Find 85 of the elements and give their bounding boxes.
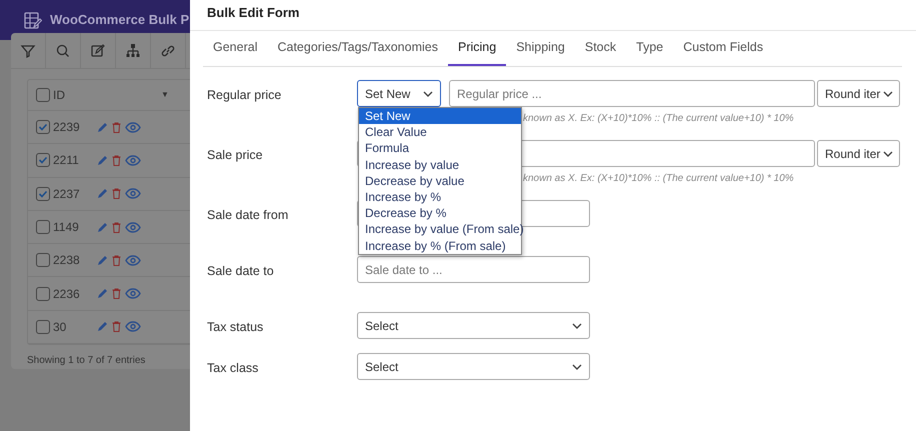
tab[interactable]: Categories/Tags/Taxonomies: [267, 38, 448, 66]
tab[interactable]: Pricing: [448, 38, 506, 66]
checkbox[interactable]: [36, 153, 50, 168]
rounding-select[interactable]: Round iter: [817, 140, 900, 167]
checkbox[interactable]: [36, 253, 50, 268]
hierarchy-icon[interactable]: [125, 43, 141, 59]
trash-icon[interactable]: [112, 122, 121, 133]
dialog-title: Bulk Edit Form: [190, 0, 916, 31]
price-input[interactable]: Regular price ...: [449, 80, 815, 107]
chevron-icon: [883, 90, 894, 96]
search-icon[interactable]: [55, 43, 71, 59]
tab[interactable]: Type: [626, 38, 674, 66]
field-label: Sale price: [207, 147, 264, 164]
hint-text: known as X. Ex: (X+10)*10% :: (The current value+10) * 10%: [523, 112, 795, 126]
select-field[interactable]: Select: [357, 353, 590, 380]
eye-icon[interactable]: [125, 154, 141, 166]
trash-icon[interactable]: [112, 154, 121, 166]
dropdown-option[interactable]: Increase by value: [359, 156, 521, 173]
pencil-icon[interactable]: [97, 254, 108, 266]
sort-icon[interactable]: ▼: [161, 89, 169, 101]
tab[interactable]: Custom Fields: [673, 38, 774, 66]
tab[interactable]: General: [203, 38, 268, 66]
method-select[interactable]: Set New: [357, 80, 441, 107]
edit-icon[interactable]: [90, 43, 106, 59]
field-label: Sale date to: [207, 263, 275, 280]
pencil-icon[interactable]: [97, 122, 108, 133]
field-label: Tax class: [207, 360, 260, 377]
rounding-select[interactable]: Round iter: [817, 80, 900, 107]
id-cell-text: 1149: [53, 219, 80, 236]
eye-icon[interactable]: [125, 188, 141, 200]
checkbox[interactable]: [36, 88, 50, 102]
trash-icon[interactable]: [112, 321, 121, 332]
checkbox[interactable]: [36, 186, 50, 201]
dropdown-option[interactable]: Set New: [359, 108, 521, 124]
chevron-icon: [572, 364, 582, 370]
id-cell-text: 2238: [53, 252, 81, 270]
tab[interactable]: Shipping: [506, 38, 575, 66]
checkmark-icon: [38, 155, 48, 166]
trash-icon[interactable]: [112, 288, 121, 300]
entries-info: Showing 1 to 7 of 7 entries: [27, 354, 146, 368]
checkmark-icon: [38, 188, 48, 199]
tab[interactable]: Stock: [574, 38, 626, 66]
eye-icon[interactable]: [125, 222, 141, 233]
checkbox[interactable]: [36, 220, 50, 234]
eye-icon[interactable]: [125, 122, 141, 133]
date-input[interactable]: Sale date to ...: [357, 256, 590, 283]
app-title: WooCommerce Bulk P: [50, 11, 190, 30]
dropdown-option[interactable]: Clear Value: [359, 124, 521, 140]
pencil-icon[interactable]: [97, 288, 108, 300]
filter-icon[interactable]: [20, 43, 36, 59]
hint-text: known as X. Ex: (X+10)*10% :: (The current value+10) * 10%: [523, 172, 795, 186]
select-field[interactable]: Select: [357, 312, 590, 339]
field-label: Tax status: [207, 319, 264, 336]
dropdown-option[interactable]: Increase by % (From sale): [359, 238, 521, 254]
id-cell-text: 2211: [53, 152, 80, 170]
eye-icon[interactable]: [125, 254, 141, 266]
chevron-icon: [423, 90, 433, 96]
pencil-icon[interactable]: [97, 222, 108, 233]
id-cell-text: 2239: [53, 119, 81, 136]
dropdown-option[interactable]: Increase by %: [359, 188, 521, 206]
eye-icon[interactable]: [125, 288, 141, 300]
trash-icon[interactable]: [112, 254, 121, 266]
pencil-icon[interactable]: [97, 321, 108, 332]
pencil-icon[interactable]: [97, 154, 108, 166]
field-label: Regular price: [207, 87, 282, 104]
field-label: Sale date from: [207, 207, 290, 224]
id-cell-text: 2236: [53, 286, 81, 303]
dropdown-option[interactable]: Formula: [359, 140, 521, 157]
id-cell-text: 30: [53, 318, 68, 336]
chevron-icon: [883, 150, 894, 156]
checkbox[interactable]: [36, 120, 50, 134]
id-cell-text: 2237: [53, 186, 81, 203]
checkbox[interactable]: [36, 320, 50, 334]
dropdown-option[interactable]: Decrease by value: [359, 172, 521, 189]
trash-icon[interactable]: [112, 188, 121, 200]
dropdown-option[interactable]: Decrease by %: [359, 205, 521, 222]
logo-icon: [24, 10, 42, 30]
chevron-icon: [572, 322, 582, 328]
eye-icon[interactable]: [125, 321, 141, 332]
checkbox[interactable]: [36, 286, 50, 301]
column-header[interactable]: ID: [53, 86, 65, 104]
trash-icon[interactable]: [112, 222, 121, 233]
link-icon[interactable]: [160, 43, 176, 59]
checkmark-icon: [38, 122, 48, 132]
pencil-icon[interactable]: [97, 188, 108, 200]
